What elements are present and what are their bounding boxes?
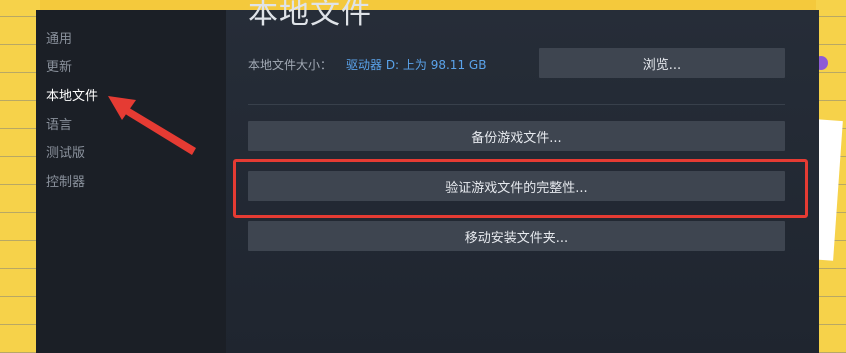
verify-highlight-box: [233, 159, 808, 218]
backup-game-files-button[interactable]: 备份游戏文件...: [248, 121, 785, 151]
sidebar-item-updates[interactable]: 更新: [46, 56, 72, 75]
sidebar-item-controller[interactable]: 控制器: [46, 171, 85, 190]
red-arrow-icon: [108, 96, 196, 155]
sidebar-item-local-files[interactable]: 本地文件: [46, 85, 98, 104]
move-install-folder-button[interactable]: 移动安装文件夹...: [248, 221, 785, 251]
page-title: 本地文件: [248, 0, 372, 31]
browse-button[interactable]: 浏览...: [539, 48, 785, 78]
sidebar-item-general[interactable]: 通用: [46, 28, 72, 47]
sidebar-item-language[interactable]: 语言: [46, 114, 72, 133]
sidebar-item-betas[interactable]: 测试版: [46, 142, 85, 161]
local-file-size-label: 本地文件大小：: [248, 58, 333, 72]
notebook-paper-left: [0, 0, 40, 353]
section-divider: [248, 104, 785, 105]
local-file-size-value: 驱动器 D: 上为 98.11 GB: [346, 58, 487, 72]
settings-sidebar: 通用 更新 本地文件 语言 测试版 控制器: [36, 10, 226, 353]
